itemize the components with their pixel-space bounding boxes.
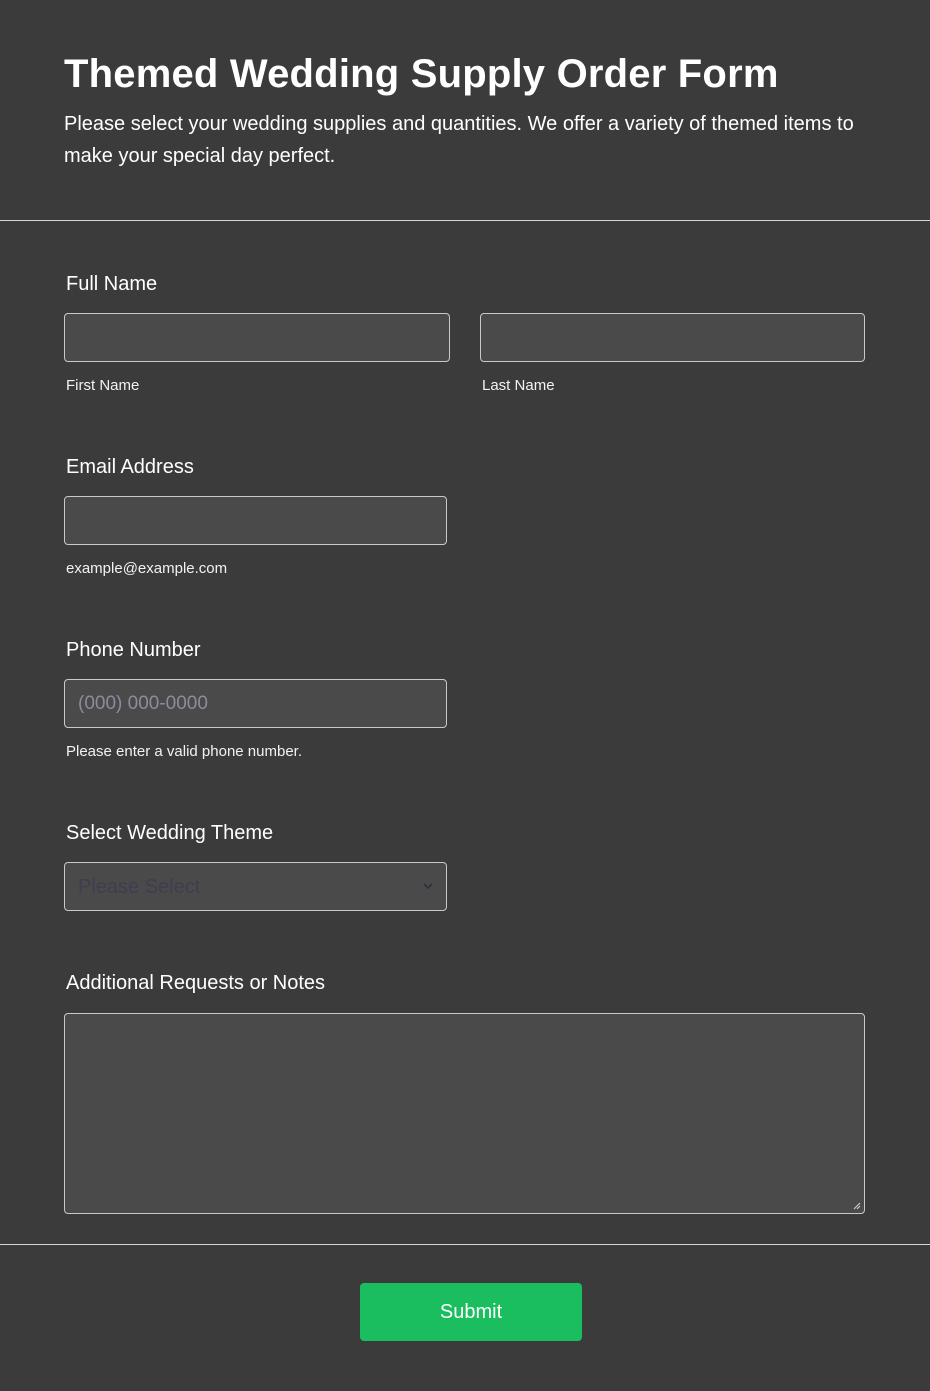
form-header: Themed Wedding Supply Order Form Please … bbox=[0, 0, 930, 220]
submit-button[interactable]: Submit bbox=[360, 1283, 582, 1341]
notes-textarea[interactable] bbox=[64, 1013, 865, 1214]
last-name-input[interactable] bbox=[480, 313, 865, 362]
phone-sublabel: Please enter a valid phone number. bbox=[66, 743, 302, 760]
notes-label: Additional Requests or Notes bbox=[66, 972, 326, 994]
theme-selected-value: Please Select bbox=[78, 876, 201, 898]
email-sublabel: example@example.com bbox=[66, 560, 228, 577]
email-field[interactable] bbox=[64, 496, 447, 545]
full-name-label: Full Name bbox=[66, 273, 158, 295]
resize-handle-icon[interactable] bbox=[851, 1200, 861, 1210]
wedding-theme-select[interactable]: Please Select bbox=[64, 862, 447, 911]
page-subtitle: Please select your wedding supplies and … bbox=[64, 113, 854, 167]
header-divider bbox=[0, 220, 930, 221]
page-title: Themed Wedding Supply Order Form bbox=[64, 52, 779, 96]
theme-label: Select Wedding Theme bbox=[66, 822, 274, 844]
first-name-input[interactable] bbox=[64, 313, 450, 362]
phone-label: Phone Number bbox=[66, 639, 201, 661]
email-label: Email Address bbox=[66, 456, 194, 478]
first-name-sublabel: First Name bbox=[66, 377, 140, 394]
phone-input[interactable] bbox=[64, 679, 447, 728]
last-name-sublabel: Last Name bbox=[482, 377, 555, 394]
order-form-page: Themed Wedding Supply Order Form Please … bbox=[0, 0, 930, 1391]
footer-divider bbox=[0, 1244, 930, 1245]
chevron-down-icon bbox=[423, 883, 433, 890]
